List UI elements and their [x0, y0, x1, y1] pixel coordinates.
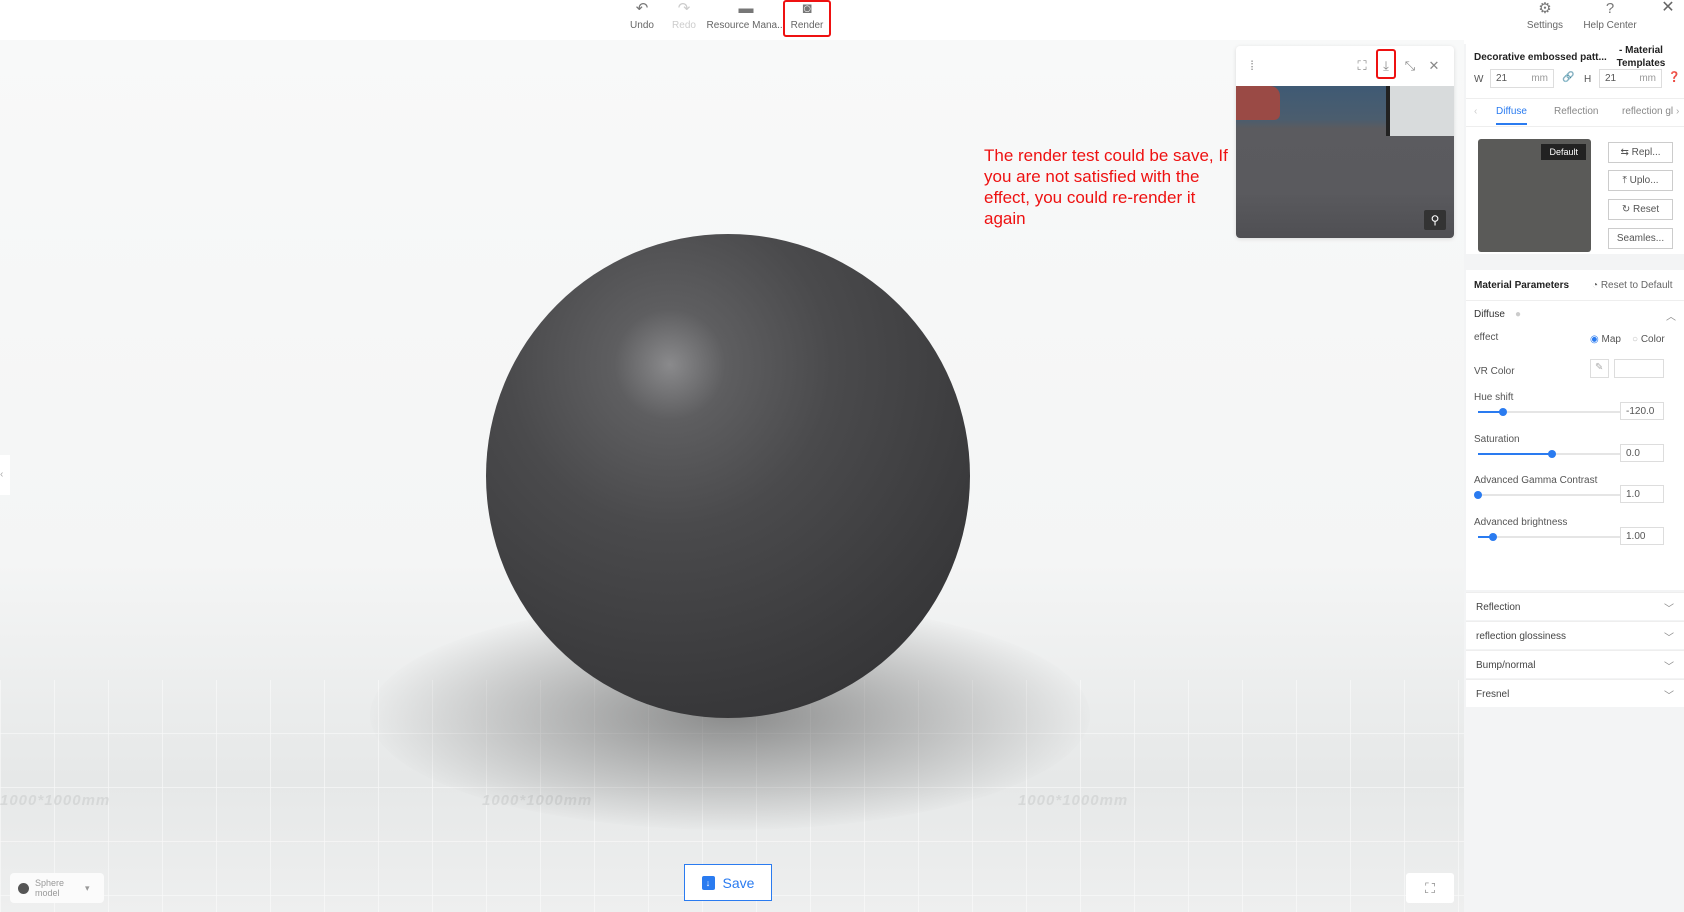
fullscreen-icon: ⛶: [1425, 880, 1435, 896]
eyedropper-icon[interactable]: ✎: [1590, 359, 1609, 378]
save-icon: ↓: [701, 875, 715, 890]
slider-value-input[interactable]: 1.00: [1620, 526, 1664, 545]
section-header[interactable]: Reflection ﹀: [1466, 592, 1684, 620]
material-header-card: Decorative embossed patt... - Material T…: [1466, 44, 1684, 254]
annotation-text: The render test could be save, If you ar…: [984, 146, 1228, 228]
reset-button[interactable]: ↻ Reset: [1608, 199, 1673, 220]
fit-icon[interactable]: ⛶: [1354, 58, 1370, 74]
material-panel: Decorative embossed patt... - Material T…: [1464, 44, 1684, 912]
caret-down-icon: ▾: [85, 882, 90, 893]
render-preview: ⁞ ⛶ ⤓ ⤡ ✕ ⚲: [1236, 46, 1454, 238]
folder-icon: ▬: [738, 0, 754, 17]
slider[interactable]: [1478, 532, 1626, 541]
sphere-icon: [18, 882, 29, 894]
chevron-down-icon: ﹀: [1664, 691, 1674, 702]
close-icon[interactable]: ✕: [1426, 58, 1442, 74]
chair: [1236, 86, 1280, 120]
tab-scroll-left-icon[interactable]: ‹: [1474, 106, 1477, 117]
close-button[interactable]: ✕: [1652, 0, 1684, 37]
height-label: H: [1584, 74, 1592, 85]
slider-label: Hue shift: [1474, 392, 1514, 403]
tab-reflection-glossiness[interactable]: reflection gl: [1622, 106, 1673, 117]
radio-color[interactable]: ○ Color: [1632, 334, 1665, 345]
expand-left-panel[interactable]: ‹: [0, 455, 10, 495]
material-title: Decorative embossed patt...: [1474, 52, 1607, 63]
3d-viewport[interactable]: 1000*1000mm 1000*1000mm 1000*1000mm The …: [0, 40, 1464, 912]
material-subtitle: - Material Templates: [1616, 45, 1666, 69]
help-icon: ●: [1515, 309, 1522, 320]
params-title: Material Parameters: [1474, 280, 1570, 291]
slider-fill: [1478, 452, 1552, 455]
slider-label: Advanced Gamma Contrast: [1474, 475, 1598, 486]
texture-thumbnail[interactable]: Default: [1478, 139, 1591, 252]
help-center-button[interactable]: ? Help Center: [1575, 0, 1645, 37]
slider-label: Saturation: [1474, 433, 1520, 445]
settings-button[interactable]: ⚙ Settings: [1510, 0, 1580, 37]
diffuse-section-title: Diffuse: [1474, 309, 1505, 320]
link-icon[interactable]: 🔗: [1562, 72, 1574, 83]
slider-handle[interactable]: [1488, 532, 1497, 541]
tab-reflection[interactable]: Reflection: [1554, 106, 1598, 117]
chevron-up-icon[interactable]: ︿: [1666, 308, 1676, 323]
chevron-down-icon: ﹀: [1664, 633, 1674, 644]
tab-scroll-right-icon[interactable]: ›: [1676, 106, 1679, 117]
model-select[interactable]: Sphere model ▾: [10, 873, 104, 903]
resource-manager-button[interactable]: ▬ Resource Mana...: [703, 0, 789, 37]
magnify-icon[interactable]: ⚲: [1424, 210, 1446, 230]
section-header[interactable]: reflection glossiness ﹀: [1466, 621, 1684, 649]
width-input[interactable]: 21 mm: [1490, 69, 1554, 88]
floor-label: 1000*1000mm: [0, 792, 111, 809]
vr-color-label: VR Color: [1474, 366, 1515, 377]
reset-to-default-button[interactable]: ◔ Reset to Default: [1592, 280, 1673, 291]
chevron-down-icon: ﹀: [1664, 662, 1674, 673]
save-button[interactable]: ↓ Save: [684, 864, 772, 901]
slider-value-input[interactable]: 1.0: [1620, 485, 1664, 503]
drag-handle-icon[interactable]: ⁞: [1244, 58, 1260, 73]
highlight-box: [783, 0, 831, 37]
chevron-down-icon: ﹀: [1664, 604, 1674, 615]
floor-label: 1000*1000mm: [1018, 792, 1129, 809]
slider-value-input[interactable]: 0.0: [1620, 443, 1664, 462]
section-header[interactable]: Bump/normal ﹀: [1466, 650, 1684, 678]
effect-label: effect: [1474, 332, 1499, 343]
minimize-icon[interactable]: ⤡: [1402, 58, 1418, 74]
tab-diffuse[interactable]: Diffuse: [1496, 106, 1527, 125]
slider[interactable]: [1474, 491, 1626, 499]
slider-label: Advanced brightness: [1474, 516, 1568, 528]
section-header[interactable]: Fresnel ﹀: [1466, 679, 1684, 707]
height-input[interactable]: 21 mm: [1599, 69, 1662, 88]
width-label: W: [1474, 74, 1484, 85]
material-sphere: [486, 234, 970, 718]
material-parameters-card: Material Parameters ◔ Reset to Default D…: [1466, 270, 1684, 590]
gear-icon: ⚙: [1538, 0, 1552, 17]
radio-map[interactable]: ◉ Map: [1590, 334, 1621, 345]
slider-handle[interactable]: [1499, 408, 1508, 416]
fullscreen-button[interactable]: ⛶: [1406, 873, 1454, 903]
slider[interactable]: [1478, 408, 1626, 416]
default-badge: Default: [1541, 144, 1586, 160]
vr-color-swatch[interactable]: [1614, 359, 1664, 378]
window: [1386, 86, 1454, 136]
replace-button[interactable]: ⇆ Repl...: [1608, 142, 1673, 163]
highlight-box: [1376, 49, 1396, 79]
slider-value-input[interactable]: -120.0: [1620, 402, 1664, 420]
slider-handle[interactable]: [1474, 491, 1482, 499]
render-image: ⚲: [1236, 86, 1454, 238]
upload-button[interactable]: ⤒ Uplo...: [1608, 170, 1673, 191]
slider-handle[interactable]: [1548, 449, 1556, 458]
help-icon[interactable]: ❓: [1668, 72, 1680, 83]
top-toolbar: ↶ Undo ↷ Redo ▬ Resource Mana... ◙ Render ⚙ S…: [0, 0, 1684, 40]
reset-icon: ◔: [1592, 280, 1599, 291]
seamless-button[interactable]: Seamles...: [1608, 228, 1673, 249]
help-icon: ?: [1605, 0, 1615, 17]
slider[interactable]: [1478, 449, 1626, 458]
close-icon: ✕: [1661, 0, 1675, 16]
